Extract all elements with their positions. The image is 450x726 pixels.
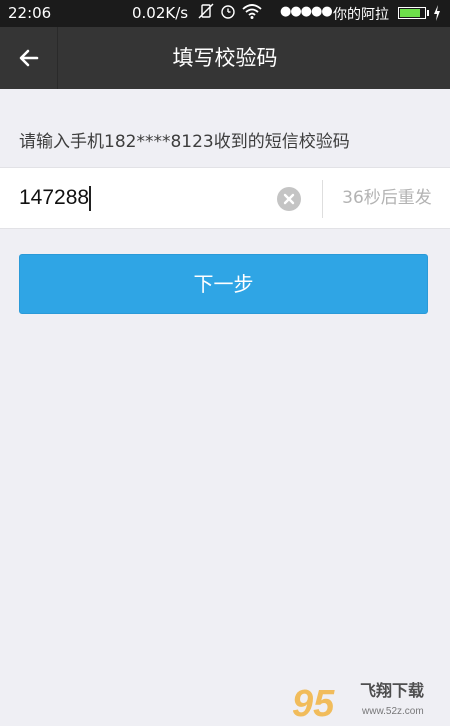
back-button[interactable] <box>0 27 58 89</box>
svg-text:www.52z.com: www.52z.com <box>361 706 424 717</box>
status-icons <box>197 2 263 24</box>
battery-cap <box>427 10 429 16</box>
status-bar: 22:06 0.02K/s ●●●●● 你的阿拉 <box>0 0 450 27</box>
signal-strength: ●●●●● <box>280 4 333 19</box>
wifi-icon <box>241 2 263 24</box>
text-cursor <box>89 186 91 211</box>
code-input-row: 36秒后重发 <box>0 167 450 229</box>
input-divider <box>322 180 323 218</box>
svg-text:飞翔下载: 飞翔下载 <box>360 681 424 700</box>
vibrate-off-icon <box>197 2 215 24</box>
instruction-text: 请输入手机182****8123收到的短信校验码 <box>19 132 350 152</box>
charging-icon <box>432 4 442 25</box>
svg-text:95: 95 <box>292 683 335 722</box>
next-step-button[interactable]: 下一步 <box>19 254 428 314</box>
close-icon <box>283 193 295 205</box>
battery-level <box>400 9 420 17</box>
screen: 22:06 0.02K/s ●●●●● 你的阿拉 填写校验码 请输入手机182*… <box>0 0 450 726</box>
back-arrow-icon <box>19 49 38 67</box>
status-time: 22:06 <box>8 4 52 22</box>
clear-input-button[interactable] <box>277 187 301 211</box>
alarm-icon <box>219 2 237 24</box>
carrier-name: 你的阿拉 <box>333 7 389 23</box>
site-watermark-logo: 95 飞翔下载 www.52z.com <box>292 674 442 725</box>
verification-code-input[interactable] <box>19 168 269 228</box>
header-bar: 填写校验码 <box>0 27 450 89</box>
battery-icon <box>398 7 426 19</box>
resend-countdown-button[interactable]: 36秒后重发 <box>328 168 446 228</box>
page-title: 填写校验码 <box>172 46 278 70</box>
network-speed: 0.02K/s <box>132 4 189 22</box>
